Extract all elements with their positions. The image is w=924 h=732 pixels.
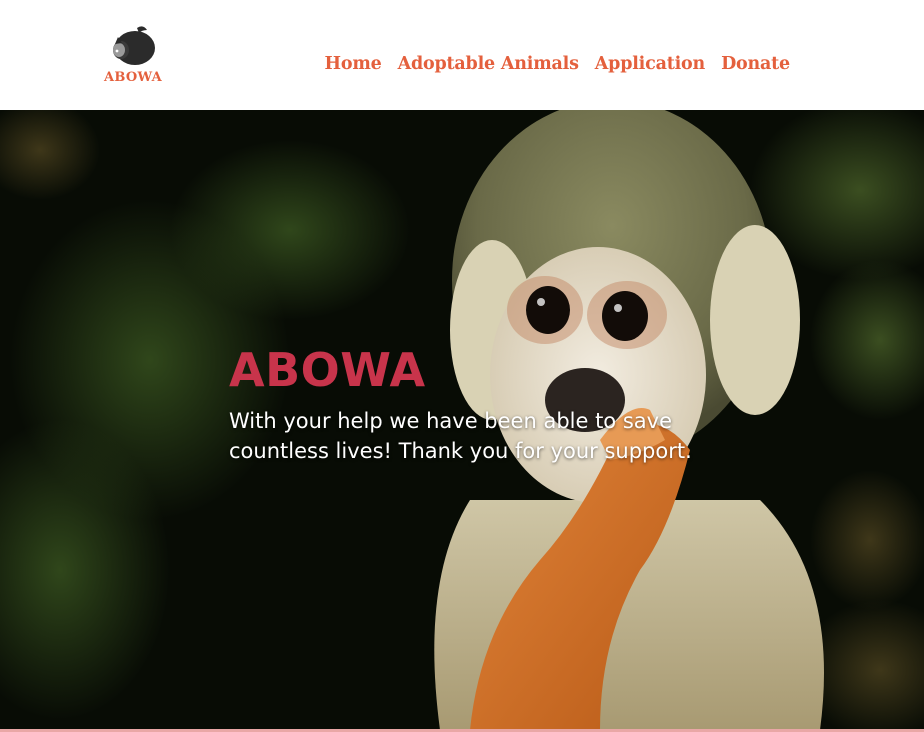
nav-donate[interactable]: Donate xyxy=(721,54,790,74)
nav-application[interactable]: Application xyxy=(595,54,705,74)
logo[interactable]: ABOWA xyxy=(100,22,166,86)
nav-adoptable-animals[interactable]: Adoptable Animals xyxy=(398,54,579,74)
site-header: ABOWA Home Adoptable Animals Application… xyxy=(0,0,924,110)
hero-banner: ABOWA With your help we have been able t… xyxy=(0,110,924,730)
sleeping-animal-icon xyxy=(113,26,155,65)
nav-home[interactable]: Home xyxy=(325,54,382,74)
main-nav: Home Adoptable Animals Application Donat… xyxy=(325,54,791,74)
hero-title: ABOWA xyxy=(229,343,426,397)
hero-message: With your help we have been able to save… xyxy=(229,409,692,463)
logo-text: ABOWA xyxy=(104,70,162,85)
